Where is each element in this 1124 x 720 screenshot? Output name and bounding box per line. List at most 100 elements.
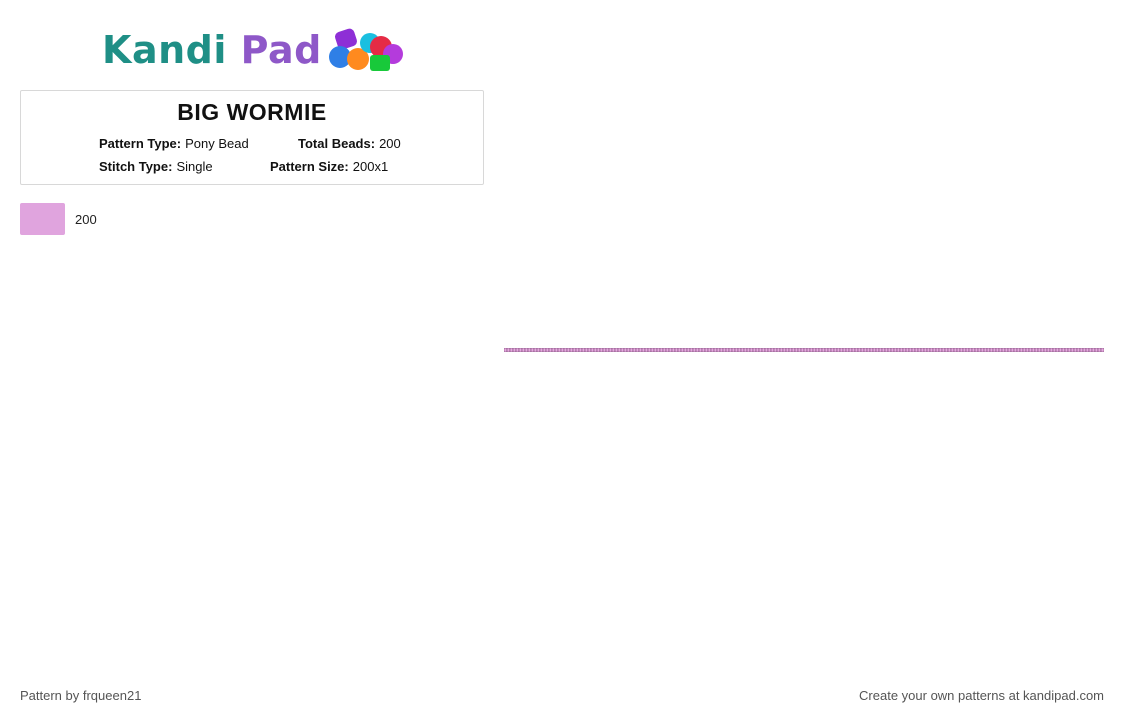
bead-cell [950, 348, 955, 352]
bead-cell [641, 348, 646, 352]
pattern-type-label: Pattern Type: [99, 136, 182, 151]
bead-cell [869, 348, 874, 352]
bead-cell [866, 348, 871, 352]
stitch-type-value: Single [176, 159, 213, 174]
bead-cell [758, 348, 763, 352]
bead-cell [644, 348, 649, 352]
bead-cell [941, 348, 946, 352]
bead-cell [635, 348, 640, 352]
bead-cell [809, 348, 814, 352]
bead-cell [608, 348, 613, 352]
bead-cell [623, 348, 628, 352]
bead-cell [1001, 348, 1006, 352]
logo-wordmark: Kandi Pad [102, 26, 322, 74]
bead-cell [1061, 348, 1066, 352]
bead-cell [1040, 348, 1045, 352]
kandipad-promo-link[interactable]: Create your own patterns at kandipad.com [859, 688, 1104, 703]
bead-cell [767, 348, 772, 352]
bead-cell [839, 348, 844, 352]
bead-cell [860, 348, 865, 352]
pattern-size-label: Pattern Size: [270, 159, 349, 174]
bead-cell [731, 348, 736, 352]
pattern-type-value: Pony Bead [185, 136, 249, 151]
bead-cell [1031, 348, 1036, 352]
bead-cell [662, 348, 667, 352]
bead-cell [956, 348, 961, 352]
bead-cell [1082, 348, 1087, 352]
bead-cell [650, 348, 655, 352]
bead-cell [845, 348, 850, 352]
bead-cell [755, 348, 760, 352]
bead-cell [752, 348, 757, 352]
bead-cell [1013, 348, 1018, 352]
bead-cell [713, 348, 718, 352]
bead-cell [884, 348, 889, 352]
bead-cell [887, 348, 892, 352]
bead-cell [797, 348, 802, 352]
bead-cell [821, 348, 826, 352]
bead-cell [833, 348, 838, 352]
bead-cell [743, 348, 748, 352]
bead-cell [926, 348, 931, 352]
bead-cell [557, 348, 562, 352]
bead-cell [518, 348, 523, 352]
bead-cell [605, 348, 610, 352]
bead-cell [1076, 348, 1081, 352]
bead-cell [506, 348, 511, 352]
bead-cell [1100, 348, 1104, 352]
bead-cell [719, 348, 724, 352]
logo-word-kandi: Kandi [102, 28, 227, 72]
bead-cell [935, 348, 940, 352]
bead-cell [791, 348, 796, 352]
logo-word-pad: Pad [240, 28, 322, 72]
bead-cell [527, 348, 532, 352]
bead-cell [1022, 348, 1027, 352]
bead-cell [803, 348, 808, 352]
bead-cell [581, 348, 586, 352]
bead-cell [737, 348, 742, 352]
bead-cell [827, 348, 832, 352]
bead-cell [1085, 348, 1090, 352]
bead-cell [992, 348, 997, 352]
bead-cell [899, 348, 904, 352]
bead-cell [1019, 348, 1024, 352]
bead-cell [677, 348, 682, 352]
bead-cell [995, 348, 1000, 352]
bead-cell [668, 348, 673, 352]
bead-cell [665, 348, 670, 352]
bead-cell [695, 348, 700, 352]
bead-cell [830, 348, 835, 352]
bead-cell [734, 348, 739, 352]
bead-cell [1010, 348, 1015, 352]
stitch-type-row: Stitch Type: Single [99, 159, 213, 175]
beads-logo-icon [329, 28, 403, 71]
bead-cell [890, 348, 895, 352]
bead-cell [545, 348, 550, 352]
bead-cell [1049, 348, 1054, 352]
bead-cell [584, 348, 589, 352]
total-beads-row: Total Beads: 200 [298, 136, 401, 152]
bead-cell [854, 348, 859, 352]
bead-cell [725, 348, 730, 352]
bead-cell [788, 348, 793, 352]
pattern-type-row: Pattern Type: Pony Bead [99, 136, 249, 152]
bead-cell [923, 348, 928, 352]
bead-cell [572, 348, 577, 352]
bead-cell [1004, 348, 1009, 352]
bead-cell [764, 348, 769, 352]
bead-cell [593, 348, 598, 352]
bead-cell [566, 348, 571, 352]
bead-cell [560, 348, 565, 352]
bead-cell [740, 348, 745, 352]
bead-cell [563, 348, 568, 352]
bead-cell [749, 348, 754, 352]
bead-cell [728, 348, 733, 352]
bead-cell [1025, 348, 1030, 352]
stitch-type-label: Stitch Type: [99, 159, 173, 174]
bead-cell [596, 348, 601, 352]
bead-cell [1058, 348, 1063, 352]
bead-cell [620, 348, 625, 352]
bead-cell [716, 348, 721, 352]
bead-cell [578, 348, 583, 352]
bead-cell [773, 348, 778, 352]
